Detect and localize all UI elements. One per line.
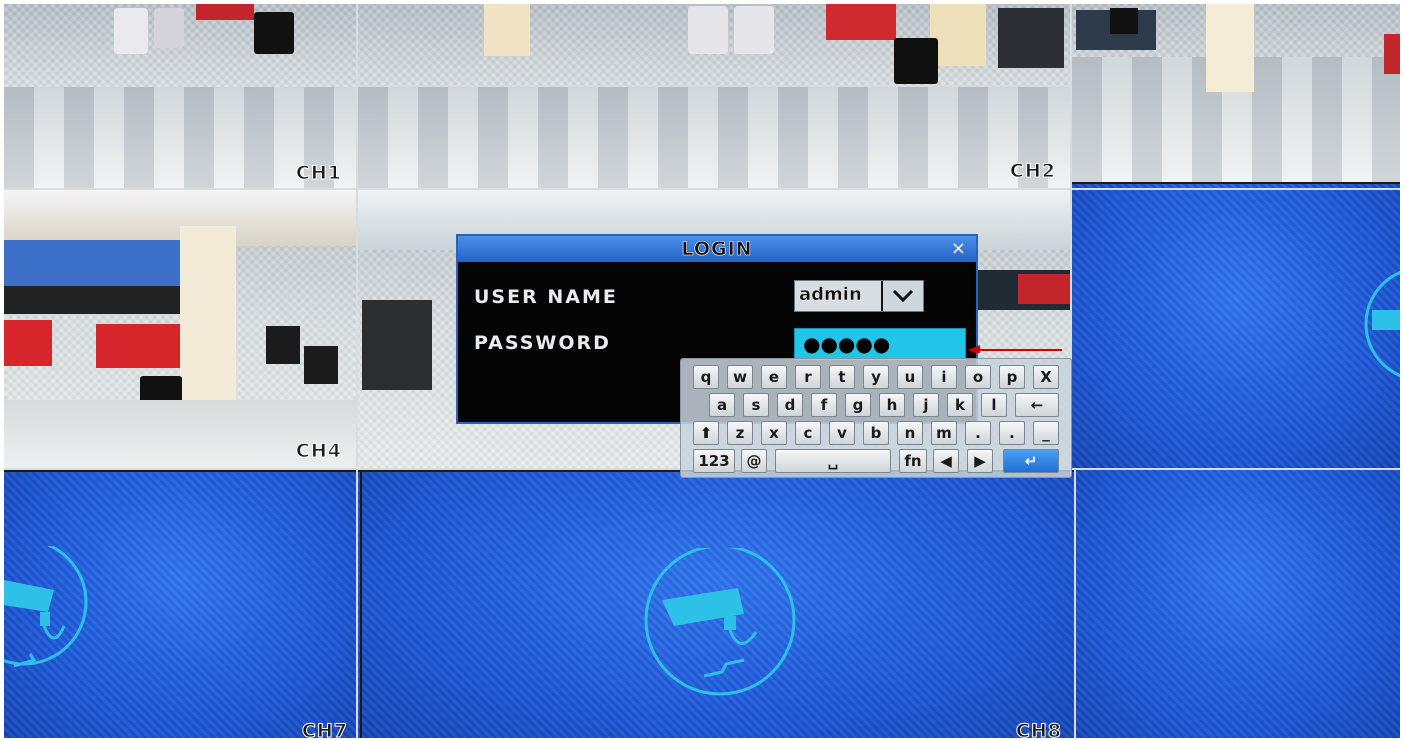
key-n[interactable]: n [897, 421, 923, 445]
backspace-icon[interactable]: ← [1015, 393, 1059, 417]
username-label: USER NAME [474, 286, 618, 308]
key-e[interactable]: e [761, 365, 787, 389]
key-a[interactable]: a [709, 393, 735, 417]
key-m[interactable]: m [931, 421, 957, 445]
key-f[interactable]: f [811, 393, 837, 417]
key-space[interactable]: ␣ [775, 449, 891, 473]
key-g[interactable]: g [845, 393, 871, 417]
key-123[interactable]: 123 [693, 449, 735, 473]
password-label: PASSWORD [474, 332, 611, 354]
close-icon[interactable]: × [951, 237, 966, 261]
display-panel [266, 326, 300, 364]
camera-icon [4, 546, 88, 668]
channel-tile-ch8[interactable]: CH8 [362, 472, 1074, 738]
channel-label-ch2: CH2 [1009, 160, 1056, 183]
arrow-left-icon[interactable]: ◀ [933, 449, 959, 473]
chair [734, 6, 774, 54]
channel-tile-ch6[interactable] [1072, 184, 1400, 468]
onscreen-keyboard: q w e r t y u i o p X a s d f g h j k l … [680, 358, 1072, 478]
chair [688, 6, 728, 54]
display-panel [304, 346, 338, 384]
camera-icon [1364, 270, 1400, 378]
key-u[interactable]: u [897, 365, 923, 389]
key-p[interactable]: p [999, 365, 1025, 389]
key-at[interactable]: @ [741, 449, 767, 473]
channel-tile-ch9[interactable] [1076, 470, 1400, 738]
speaker [254, 12, 294, 54]
display-stand [998, 8, 1064, 68]
monitor-row [4, 286, 194, 314]
pillar [484, 4, 530, 56]
key-y[interactable]: y [863, 365, 889, 389]
username-value: admin [799, 284, 862, 305]
channel-tile-ch3[interactable] [1072, 4, 1400, 182]
channel-label-ch8: CH8 [1015, 720, 1062, 739]
annotation-arrow [968, 345, 1062, 353]
chair [114, 8, 148, 54]
key-o[interactable]: o [965, 365, 991, 389]
display-panel [362, 300, 432, 390]
table [1018, 274, 1070, 304]
key-dot[interactable]: . [999, 421, 1025, 445]
chevron-down-icon[interactable] [881, 281, 923, 311]
key-k[interactable]: k [947, 393, 973, 417]
key-fn[interactable]: fn [899, 449, 927, 473]
key-w[interactable]: w [727, 365, 753, 389]
key-i[interactable]: i [931, 365, 957, 389]
channel-label-ch1: CH1 [295, 162, 342, 185]
arrow-right-icon[interactable]: ▶ [967, 449, 993, 473]
channel-tile-ch7[interactable]: CH7 [4, 472, 360, 738]
pillar [180, 226, 236, 410]
enter-icon[interactable]: ↵ [1003, 449, 1059, 473]
key-t[interactable]: t [829, 365, 855, 389]
password-value: ●●●●● [803, 332, 891, 356]
key-q[interactable]: q [693, 365, 719, 389]
key-delete[interactable]: X [1033, 365, 1059, 389]
speaker [894, 38, 938, 84]
chair [154, 8, 184, 48]
key-b[interactable]: b [863, 421, 889, 445]
channel-tile-ch2[interactable]: CH2 [358, 4, 1070, 188]
grid-divider [4, 188, 1400, 190]
key-dot[interactable]: . [965, 421, 991, 445]
floor [358, 86, 1070, 188]
grid-divider [1074, 470, 1076, 738]
password-field[interactable]: ●●●●● [794, 328, 966, 360]
table [4, 320, 52, 366]
channel-label-ch4: CH4 [295, 440, 342, 463]
speaker [1110, 8, 1138, 34]
key-c[interactable]: c [795, 421, 821, 445]
key-l[interactable]: l [981, 393, 1007, 417]
channel-tile-ch1[interactable]: CH1 [4, 4, 356, 188]
key-d[interactable]: d [777, 393, 803, 417]
shift-icon[interactable]: ⬆ [693, 421, 719, 445]
key-h[interactable]: h [879, 393, 905, 417]
grid-divider [356, 4, 358, 738]
key-v[interactable]: v [829, 421, 855, 445]
channel-label-ch7: CH7 [301, 720, 348, 739]
table [96, 324, 180, 368]
key-x[interactable]: x [761, 421, 787, 445]
key-z[interactable]: z [727, 421, 753, 445]
pillar [1206, 4, 1254, 92]
dialog-title: LOGIN [458, 236, 976, 262]
key-underscore[interactable]: _ [1033, 421, 1059, 445]
table [1384, 34, 1400, 74]
key-r[interactable]: r [795, 365, 821, 389]
table [826, 4, 896, 40]
camera-icon [644, 548, 796, 696]
key-s[interactable]: s [743, 393, 769, 417]
table [196, 4, 254, 20]
username-select[interactable]: admin [794, 280, 924, 312]
channel-tile-ch4[interactable]: CH4 [4, 190, 356, 470]
key-j[interactable]: j [913, 393, 939, 417]
pillar [930, 4, 986, 66]
